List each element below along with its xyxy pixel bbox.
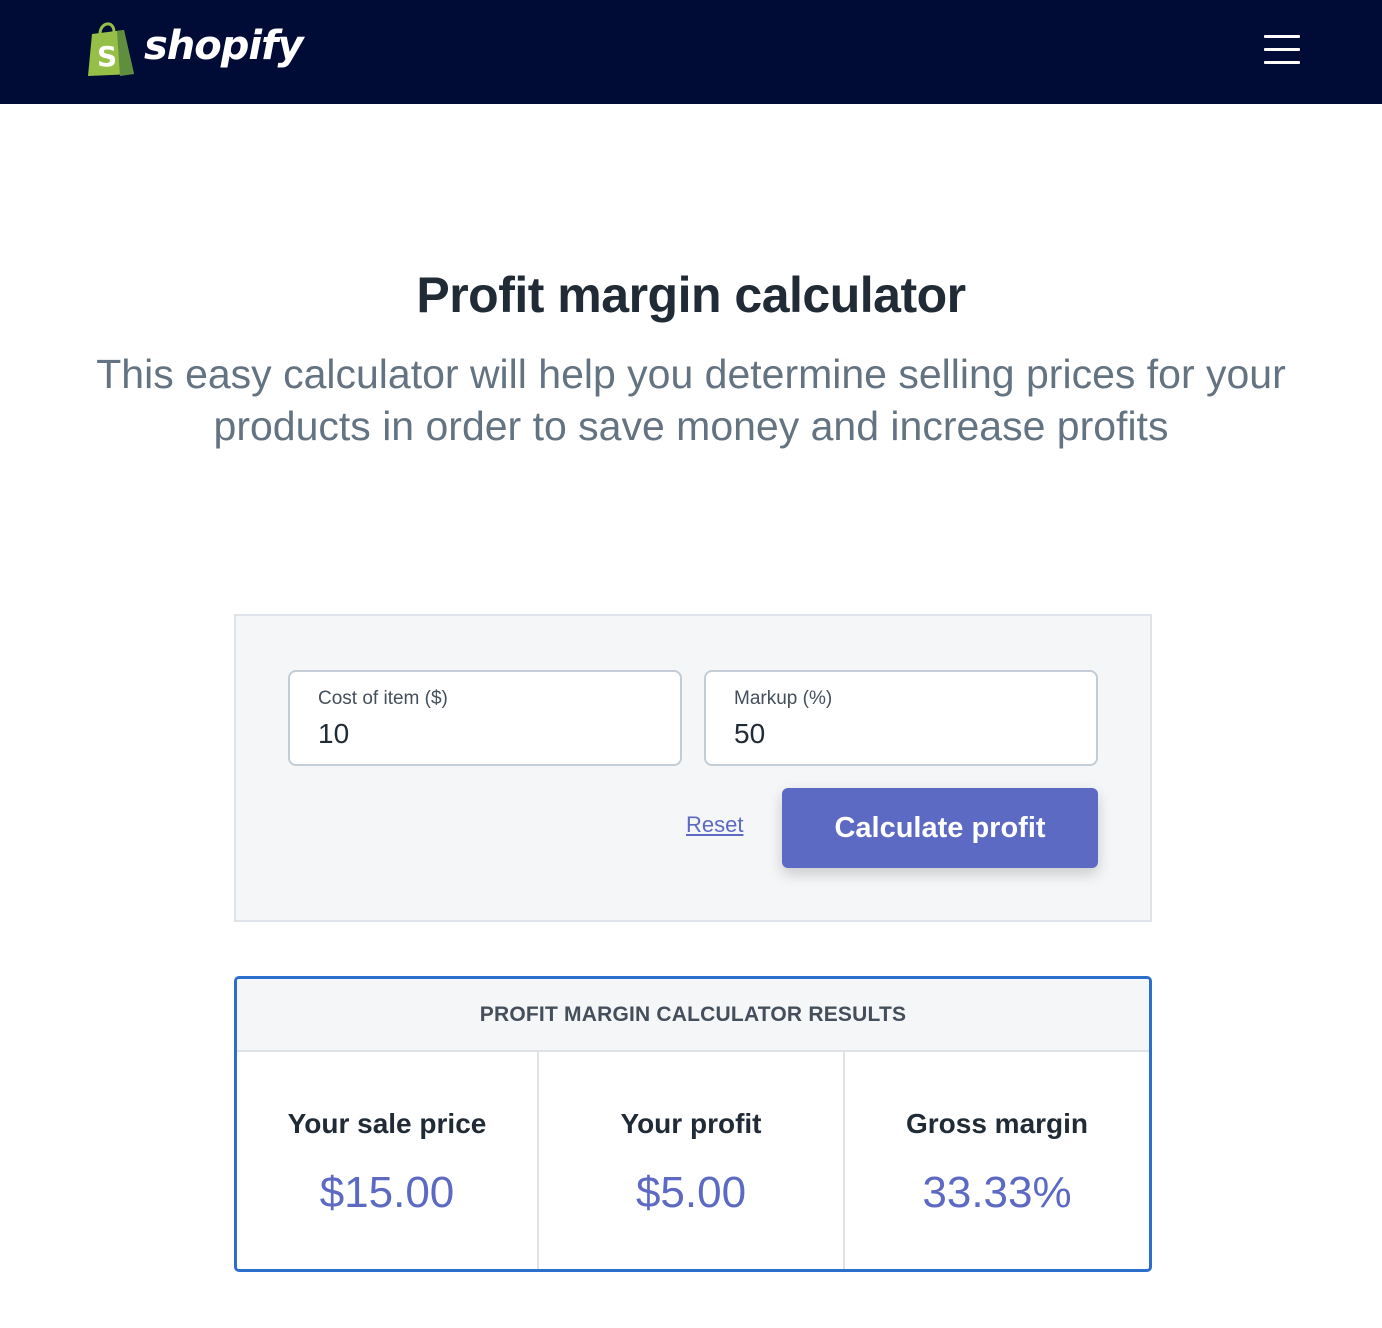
results-panel: PROFIT MARGIN CALCULATOR RESULTS Your sa… [234,976,1152,1272]
results-header: PROFIT MARGIN CALCULATOR RESULTS [237,979,1149,1052]
page-subtitle: This easy calculator will help you deter… [96,351,1286,449]
reset-link[interactable]: Reset [686,812,743,838]
gross-margin-result: Gross margin 33.33% [845,1052,1149,1269]
top-navigation-bar: S shopify [0,0,1382,104]
cost-of-item-field[interactable]: Cost of item ($) [288,670,682,766]
shopify-wordmark: shopify [144,23,304,69]
sale-price-value: $15.00 [319,1168,455,1217]
shopify-logo-link[interactable]: S shopify [84,18,304,78]
markup-label: Markup (%) [734,688,833,709]
gross-margin-value: 33.33% [922,1168,1072,1217]
cost-of-item-input[interactable] [318,716,648,752]
markup-input[interactable] [734,716,1064,752]
sale-price-label: Your sale price [287,1108,487,1139]
profit-value: $5.00 [635,1168,747,1217]
svg-text:S: S [97,40,117,73]
hamburger-menu-icon[interactable] [1262,32,1302,68]
markup-field[interactable]: Markup (%) [704,670,1098,766]
gross-margin-label: Gross margin [905,1108,1089,1139]
cost-of-item-label: Cost of item ($) [318,688,448,709]
sale-price-result: Your sale price $15.00 [237,1052,539,1269]
profit-label: Your profit [620,1108,762,1139]
page-title: Profit margin calculator [416,267,966,323]
calculate-profit-button[interactable]: Calculate profit [782,788,1098,868]
calculator-form-panel: Cost of item ($) Markup (%) Reset Calcul… [234,614,1152,922]
shopify-bag-icon: S [88,22,134,76]
profit-result: Your profit $5.00 [539,1052,845,1269]
